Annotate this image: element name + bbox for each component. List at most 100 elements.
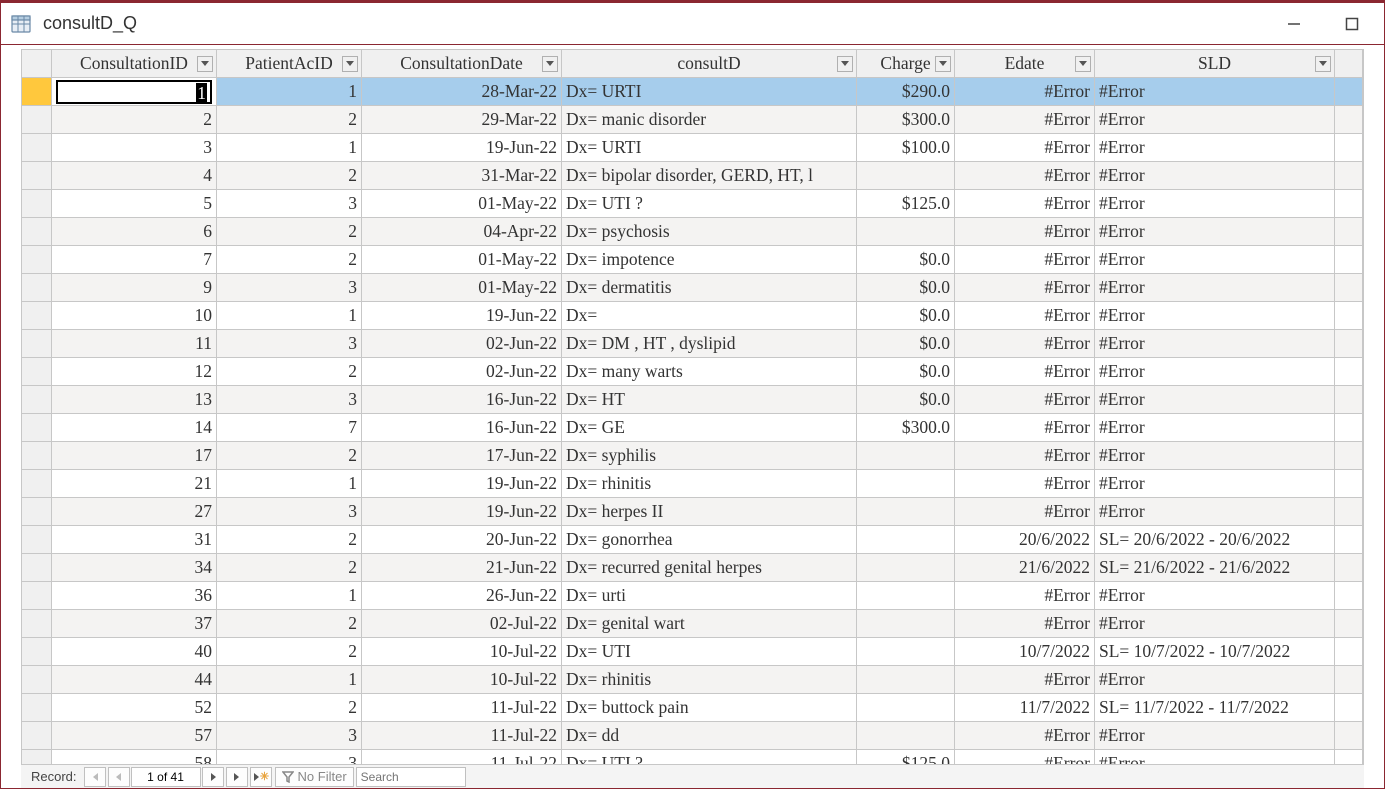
cell-ConsultationDate[interactable]: 10-Jul-22 [362, 638, 562, 666]
cell-SLD[interactable]: #Error [1095, 414, 1335, 442]
cell-consultD[interactable]: Dx= GE [562, 414, 857, 442]
column-header-SLD[interactable]: SLD [1095, 50, 1335, 78]
filter-dropdown-icon[interactable] [197, 56, 213, 72]
cell-SLD[interactable]: #Error [1095, 162, 1335, 190]
cell-consultD[interactable]: Dx= impotence [562, 246, 857, 274]
cell-Charge[interactable]: $0.0 [857, 358, 955, 386]
cell-PatientAcID[interactable]: 3 [217, 722, 362, 750]
cell-ConsultationID[interactable]: 31 [52, 526, 217, 554]
cell-Charge[interactable]: $290.0 [857, 78, 955, 106]
cell-ConsultationID[interactable]: 21 [52, 470, 217, 498]
cell-PatientAcID[interactable]: 2 [217, 218, 362, 246]
cell-ConsultationDate[interactable]: 19-Jun-22 [362, 134, 562, 162]
cell-Edate[interactable]: #Error [955, 78, 1095, 106]
cell-Charge[interactable] [857, 582, 955, 610]
cell-Edate[interactable]: #Error [955, 386, 1095, 414]
cell-SLD[interactable]: #Error [1095, 442, 1335, 470]
cell-Edate[interactable]: #Error [955, 666, 1095, 694]
row-selector[interactable] [22, 134, 52, 162]
cell-SLD[interactable]: #Error [1095, 498, 1335, 526]
cell-Edate[interactable]: #Error [955, 302, 1095, 330]
cell-Edate[interactable]: #Error [955, 582, 1095, 610]
table-row[interactable]: 4231-Mar-22Dx= bipolar disorder, GERD, H… [22, 162, 1363, 190]
cell-PatientAcID[interactable]: 1 [217, 470, 362, 498]
data-grid[interactable]: ConsultationIDPatientAcIDConsultationDat… [21, 49, 1363, 764]
cell-consultD[interactable]: Dx= HT [562, 386, 857, 414]
row-selector[interactable] [22, 666, 52, 694]
cell-ConsultationDate[interactable]: 29-Mar-22 [362, 106, 562, 134]
table-row[interactable]: 57311-Jul-22Dx= dd#Error#Error [22, 722, 1363, 750]
cell-ConsultationID[interactable]: 34 [52, 554, 217, 582]
prev-record-button[interactable] [108, 767, 130, 787]
table-row[interactable]: 27319-Jun-22Dx= herpes II#Error#Error [22, 498, 1363, 526]
cell-consultD[interactable]: Dx= URTI [562, 78, 857, 106]
cell-ConsultationID[interactable]: 2 [52, 106, 217, 134]
cell-Charge[interactable] [857, 638, 955, 666]
table-row[interactable]: 44110-Jul-22Dx= rhinitis#Error#Error [22, 666, 1363, 694]
cell-ConsultationDate[interactable]: 17-Jun-22 [362, 442, 562, 470]
cell-SLD[interactable]: #Error [1095, 666, 1335, 694]
cell-Charge[interactable]: $0.0 [857, 386, 955, 414]
cell-consultD[interactable]: Dx= rhinitis [562, 470, 857, 498]
filter-dropdown-icon[interactable] [935, 56, 951, 72]
cell-Charge[interactable] [857, 694, 955, 722]
row-selector[interactable] [22, 610, 52, 638]
cell-PatientAcID[interactable]: 3 [217, 498, 362, 526]
cell-consultD[interactable]: Dx= URTI [562, 134, 857, 162]
row-selector[interactable] [22, 470, 52, 498]
cell-Charge[interactable]: $0.0 [857, 302, 955, 330]
cell-ConsultationID[interactable]: 14 [52, 414, 217, 442]
cell-Edate[interactable]: #Error [955, 722, 1095, 750]
cell-consultD[interactable]: Dx= many warts [562, 358, 857, 386]
search-input[interactable] [356, 767, 466, 787]
cell-PatientAcID[interactable]: 1 [217, 302, 362, 330]
cell-Charge[interactable]: $0.0 [857, 274, 955, 302]
cell-PatientAcID[interactable]: 3 [217, 330, 362, 358]
cell-SLD[interactable]: #Error [1095, 750, 1335, 765]
cell-ConsultationDate[interactable]: 01-May-22 [362, 274, 562, 302]
column-header-ConsultationID[interactable]: ConsultationID [52, 50, 217, 78]
cell-SLD[interactable]: #Error [1095, 470, 1335, 498]
cell-ConsultationDate[interactable]: 11-Jul-22 [362, 750, 562, 765]
cell-PatientAcID[interactable]: 3 [217, 386, 362, 414]
cell-Edate[interactable]: #Error [955, 246, 1095, 274]
filter-dropdown-icon[interactable] [1075, 56, 1091, 72]
first-record-button[interactable] [84, 767, 106, 787]
column-header-Charge[interactable]: Charge [857, 50, 955, 78]
table-row[interactable]: 3119-Jun-22Dx= URTI$100.0#Error#Error [22, 134, 1363, 162]
cell-consultD[interactable]: Dx= buttock pain [562, 694, 857, 722]
cell-Charge[interactable] [857, 162, 955, 190]
cell-consultD[interactable]: Dx= UTI ? [562, 190, 857, 218]
table-row[interactable]: 2229-Mar-22Dx= manic disorder$300.0#Erro… [22, 106, 1363, 134]
row-selector[interactable] [22, 442, 52, 470]
table-row[interactable]: 6204-Apr-22Dx= psychosis#Error#Error [22, 218, 1363, 246]
cell-PatientAcID[interactable]: 2 [217, 694, 362, 722]
table-row[interactable]: 36126-Jun-22Dx= urti#Error#Error [22, 582, 1363, 610]
cell-ConsultationID[interactable]: 44 [52, 666, 217, 694]
cell-ConsultationDate[interactable]: 28-Mar-22 [362, 78, 562, 106]
filter-dropdown-icon[interactable] [1315, 56, 1331, 72]
grid-scroll[interactable]: ConsultationIDPatientAcIDConsultationDat… [21, 49, 1364, 764]
table-row[interactable]: 13316-Jun-22Dx= HT$0.0#Error#Error [22, 386, 1363, 414]
cell-Edate[interactable]: #Error [955, 330, 1095, 358]
record-position-input[interactable] [131, 767, 201, 787]
cell-consultD[interactable]: Dx= DM , HT , dyslipid [562, 330, 857, 358]
cell-ConsultationID[interactable]: 6 [52, 218, 217, 246]
row-selector[interactable] [22, 694, 52, 722]
cell-Charge[interactable]: $125.0 [857, 750, 955, 765]
table-row[interactable]: 52211-Jul-22Dx= buttock pain11/7/2022SL=… [22, 694, 1363, 722]
cell-PatientAcID[interactable]: 2 [217, 526, 362, 554]
cell-Edate[interactable]: #Error [955, 106, 1095, 134]
row-selector[interactable] [22, 78, 52, 106]
row-selector[interactable] [22, 330, 52, 358]
cell-PatientAcID[interactable]: 2 [217, 246, 362, 274]
last-record-button[interactable] [226, 767, 248, 787]
cell-consultD[interactable]: Dx= genital wart [562, 610, 857, 638]
cell-PatientAcID[interactable]: 1 [217, 134, 362, 162]
cell-PatientAcID[interactable]: 1 [217, 666, 362, 694]
cell-SLD[interactable]: #Error [1095, 246, 1335, 274]
cell-consultD[interactable]: Dx= bipolar disorder, GERD, HT, l [562, 162, 857, 190]
cell-Edate[interactable]: #Error [955, 218, 1095, 246]
cell-Charge[interactable]: $100.0 [857, 134, 955, 162]
table-row[interactable]: 7201-May-22Dx= impotence$0.0#Error#Error [22, 246, 1363, 274]
